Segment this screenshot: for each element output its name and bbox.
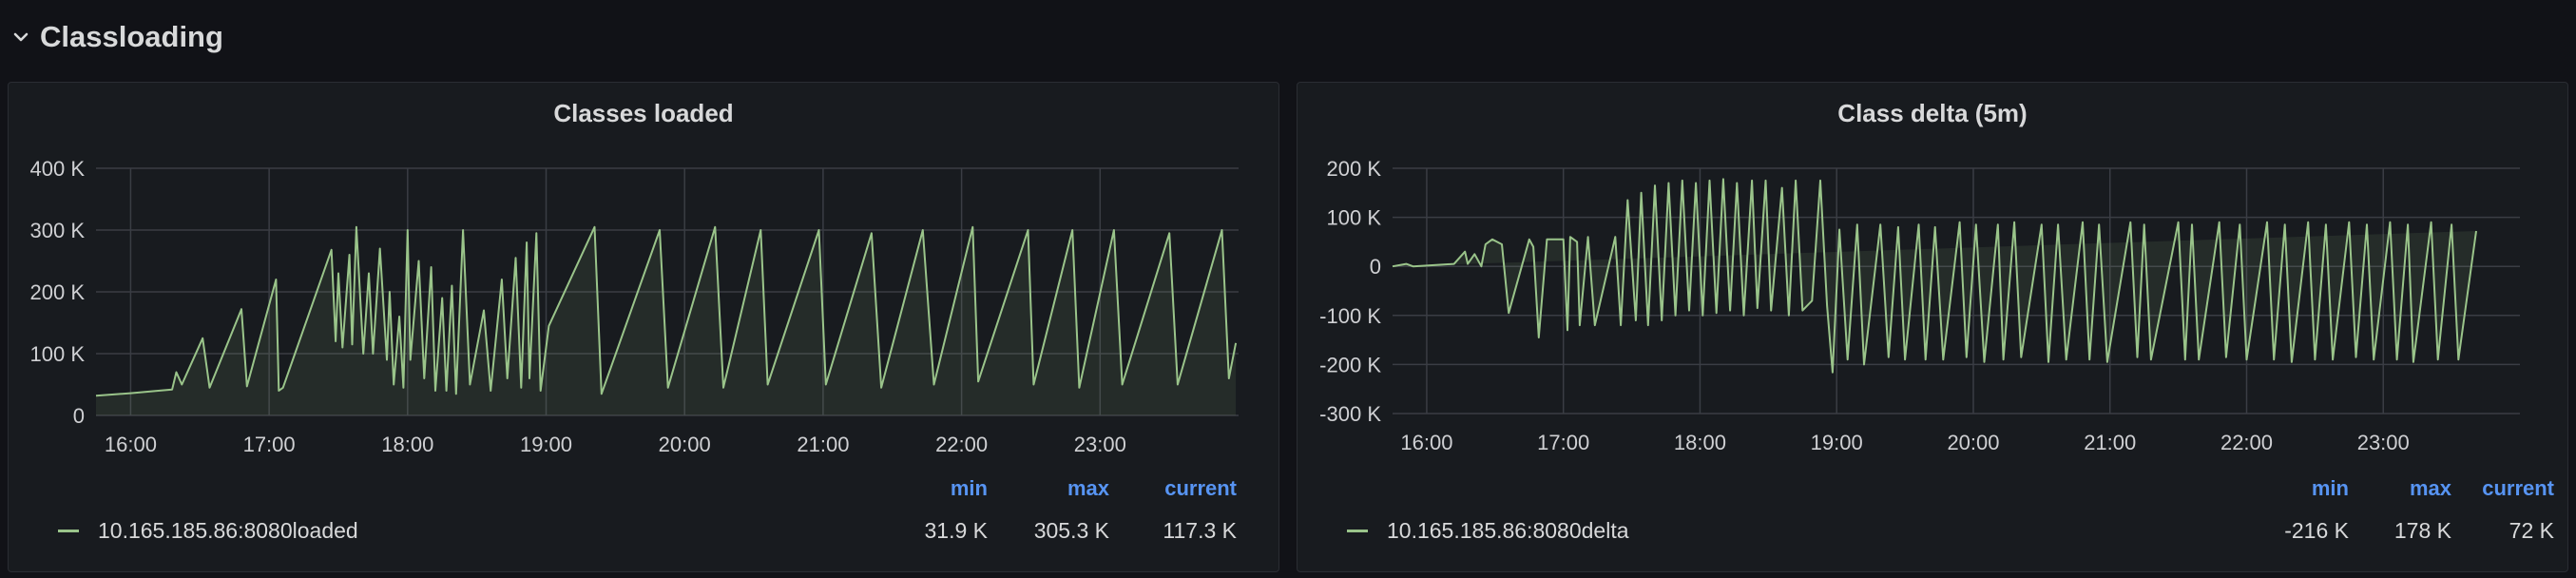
x-tick-label: 21:00 [797, 433, 849, 456]
legend-header-min[interactable]: min [893, 476, 988, 501]
y-tick-label: 200 K [30, 280, 86, 304]
row-header-classloading[interactable]: Classloading [11, 13, 223, 61]
legend-header-max[interactable]: max [2356, 476, 2451, 501]
x-tick-label: 16:00 [1400, 431, 1452, 454]
x-tick-label: 23:00 [1074, 433, 1126, 456]
x-tick-label: 22:00 [2220, 431, 2273, 454]
x-tick-label: 21:00 [2084, 431, 2136, 454]
y-tick-label: 100 K [30, 342, 86, 366]
chevron-down-icon[interactable] [11, 28, 30, 47]
y-tick-label: 300 K [30, 219, 86, 242]
x-tick-label: 20:00 [659, 433, 711, 456]
y-tick-label: -300 K [1319, 402, 1381, 426]
x-tick-label: 19:00 [1811, 431, 1863, 454]
legend-header-current[interactable]: current [1123, 476, 1237, 501]
x-tick-label: 18:00 [381, 433, 433, 456]
x-tick-label: 17:00 [243, 433, 296, 456]
legend-header-min[interactable]: min [2254, 476, 2349, 501]
y-tick-label: 100 K [1327, 206, 1382, 230]
y-tick-label: -200 K [1319, 353, 1381, 376]
panel-classes-loaded: Classes loaded 0 100 K 200 K 300 K 400 K 16:0… [8, 82, 1279, 572]
legend-series-swatch [1347, 530, 1368, 532]
series-area [96, 226, 1237, 415]
legend-series-label[interactable]: 10.165.185.86:8080delta [1387, 518, 1629, 544]
y-tick-label: 0 [1370, 255, 1381, 279]
x-tick-label: 17:00 [1537, 431, 1589, 454]
y-tick-label: 200 K [1327, 157, 1382, 181]
legend-series-label[interactable]: 10.165.185.86:8080loaded [98, 518, 358, 544]
y-tick-label: 400 K [30, 157, 86, 181]
legend-value-current: 117.3 K [1163, 518, 1237, 543]
legend-header-current[interactable]: current [2440, 476, 2554, 501]
x-tick-label: 20:00 [1947, 431, 1999, 454]
classes-loaded-chart[interactable]: 0 100 K 200 K 300 K 400 K 16:00 17:00 18:00 19:0… [9, 83, 1280, 463]
x-tick-label: 18:00 [1674, 431, 1726, 454]
panel-class-delta: Class delta (5m) -300 K -200 K -100 K 0 100 … [1297, 82, 2568, 572]
y-tick-label: 0 [73, 404, 85, 428]
legend-value-min: 31.9 K [924, 518, 989, 543]
class-delta-chart[interactable]: -300 K -200 K -100 K 0 100 K 200 K 16:00 17:00 1… [1298, 83, 2569, 463]
x-tick-label: 23:00 [2357, 431, 2410, 454]
x-tick-label: 22:00 [935, 433, 988, 456]
x-tick-label: 19:00 [520, 433, 572, 456]
row-title: Classloading [40, 20, 223, 53]
legend-series-swatch [58, 530, 79, 532]
legend-value-max: 305.3 K [1033, 518, 1109, 543]
y-tick-label: -100 K [1319, 304, 1381, 328]
legend-value-current: 72 K [2509, 518, 2554, 543]
legend-header-max[interactable]: max [1014, 476, 1109, 501]
x-tick-label: 16:00 [105, 433, 157, 456]
